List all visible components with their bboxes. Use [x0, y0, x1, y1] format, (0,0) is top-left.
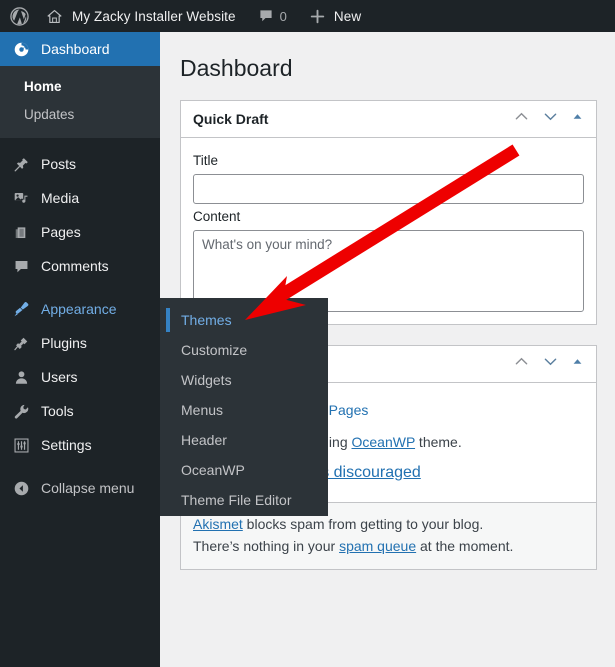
akismet-text-1: blocks spam from getting to your blog.	[242, 515, 484, 532]
quick-draft-body: Title Content	[181, 138, 596, 324]
triangle-up-icon[interactable]	[571, 355, 584, 373]
at-a-glance-header-actions	[513, 353, 584, 375]
sidebar-item-label-settings: Settings	[41, 437, 92, 453]
sidebar-subitem-home[interactable]: Home	[0, 73, 160, 101]
home-icon	[46, 8, 63, 25]
version-suffix: theme.	[415, 433, 462, 450]
sidebar-item-label-plugins: Plugins	[41, 335, 87, 351]
akismet-link[interactable]: Akismet	[193, 516, 243, 532]
akismet-text-2-suffix: at the moment.	[416, 537, 514, 554]
flyout-item-header[interactable]: Header	[160, 425, 328, 455]
sidebar-item-pages[interactable]: Pages	[0, 215, 160, 249]
menu-separator-2	[0, 283, 160, 292]
wordpress-admin-screen: My Zacky Installer Website 0 New Dashboa…	[0, 0, 615, 667]
sidebar-item-dashboard[interactable]: Dashboard	[0, 32, 168, 66]
chevron-up-icon[interactable]	[513, 108, 530, 130]
admin-bar: My Zacky Installer Website 0 New	[0, 0, 615, 32]
sliders-icon	[11, 437, 31, 454]
sidebar-item-collapse-menu[interactable]: Collapse menu	[0, 471, 160, 505]
site-name-label: My Zacky Installer Website	[72, 8, 236, 24]
new-label: New	[333, 8, 362, 24]
sidebar-item-label-tools: Tools	[41, 403, 74, 419]
flyout-item-themes[interactable]: Themes	[160, 305, 328, 335]
menu-separator-1	[0, 138, 160, 147]
triangle-up-icon[interactable]	[571, 110, 584, 128]
menu-separator-3	[0, 462, 160, 471]
comments-count: 0	[279, 8, 287, 24]
media-photo-music-icon	[11, 190, 31, 207]
sidebar-item-label-collapse: Collapse menu	[41, 480, 135, 496]
akismet-line-1: Akismet blocks spam from getting to your…	[193, 514, 584, 536]
sidebar-item-appearance[interactable]: Appearance	[0, 292, 168, 326]
paintbrush-icon	[11, 301, 31, 318]
akismet-text-2-prefix: There’s nothing in your	[193, 537, 340, 554]
comment-bubble-icon	[258, 8, 274, 24]
quick-draft-header-actions	[513, 108, 584, 130]
sidebar-item-label-dashboard: Dashboard	[41, 41, 110, 57]
quick-draft-panel: Quick Draft Title Content	[180, 99, 597, 325]
site-name-button[interactable]: My Zacky Installer Website	[38, 0, 244, 32]
flyout-item-menus[interactable]: Menus	[160, 395, 328, 425]
theme-link[interactable]: OceanWP	[352, 434, 416, 450]
dashboard-submenu: Home Updates	[0, 66, 160, 138]
sidebar-item-label-users: Users	[41, 369, 78, 385]
quick-draft-title-input[interactable]	[193, 173, 584, 204]
sidebar-item-tools[interactable]: Tools	[0, 394, 160, 428]
appearance-flyout-submenu: Themes Customize Widgets Menus Header Oc…	[160, 298, 328, 516]
chevron-down-icon[interactable]	[542, 353, 559, 375]
wordpress-logo-icon	[10, 6, 29, 26]
wrench-icon	[11, 403, 31, 420]
sidebar-item-posts[interactable]: Posts	[0, 147, 160, 181]
dashboard-gauge-icon	[11, 41, 31, 58]
sidebar-item-label-media: Media	[41, 190, 80, 206]
flyout-item-customize[interactable]: Customize	[160, 335, 328, 365]
user-icon	[11, 369, 31, 386]
chevron-up-icon[interactable]	[513, 353, 530, 375]
quick-draft-content-label: Content	[193, 208, 241, 224]
quick-draft-header: Quick Draft	[181, 101, 596, 138]
sidebar-subitem-updates[interactable]: Updates	[0, 101, 160, 129]
flyout-item-widgets[interactable]: Widgets	[160, 365, 328, 395]
comments-button[interactable]: 0	[250, 0, 295, 32]
chevron-down-icon[interactable]	[542, 108, 559, 130]
akismet-line-2: There’s nothing in your spam queue at th…	[193, 536, 584, 558]
spam-queue-link[interactable]: spam queue	[339, 538, 416, 554]
sidebar-item-plugins[interactable]: Plugins	[0, 326, 160, 360]
flyout-item-theme-file-editor[interactable]: Theme File Editor	[160, 485, 328, 515]
sidebar-item-label-comments: Comments	[41, 258, 109, 274]
quick-draft-title-label: Title	[193, 152, 219, 168]
pages-icon	[11, 224, 31, 241]
flyout-item-oceanwp[interactable]: OceanWP	[160, 455, 328, 485]
pin-icon	[11, 156, 31, 173]
sidebar-item-media[interactable]: Media	[0, 181, 160, 215]
page-title: Dashboard	[180, 55, 293, 81]
sidebar-item-label-posts: Posts	[41, 156, 77, 172]
sidebar-item-label-pages: Pages	[41, 224, 81, 240]
sidebar-item-comments[interactable]: Comments	[0, 249, 160, 283]
plus-icon	[309, 8, 326, 25]
new-button[interactable]: New	[301, 0, 369, 32]
plug-icon	[11, 335, 31, 352]
sidebar-item-label-appearance: Appearance	[41, 301, 117, 317]
collapse-arrow-icon	[11, 480, 31, 497]
comment-bubble-icon	[11, 258, 31, 275]
admin-sidebar-menu: Dashboard Home Updates Posts Media Pages…	[0, 32, 168, 667]
sidebar-item-settings[interactable]: Settings	[0, 428, 160, 462]
quick-draft-title: Quick Draft	[193, 110, 269, 127]
sidebar-item-users[interactable]: Users	[0, 360, 160, 394]
wordpress-logo-button[interactable]	[0, 0, 38, 32]
